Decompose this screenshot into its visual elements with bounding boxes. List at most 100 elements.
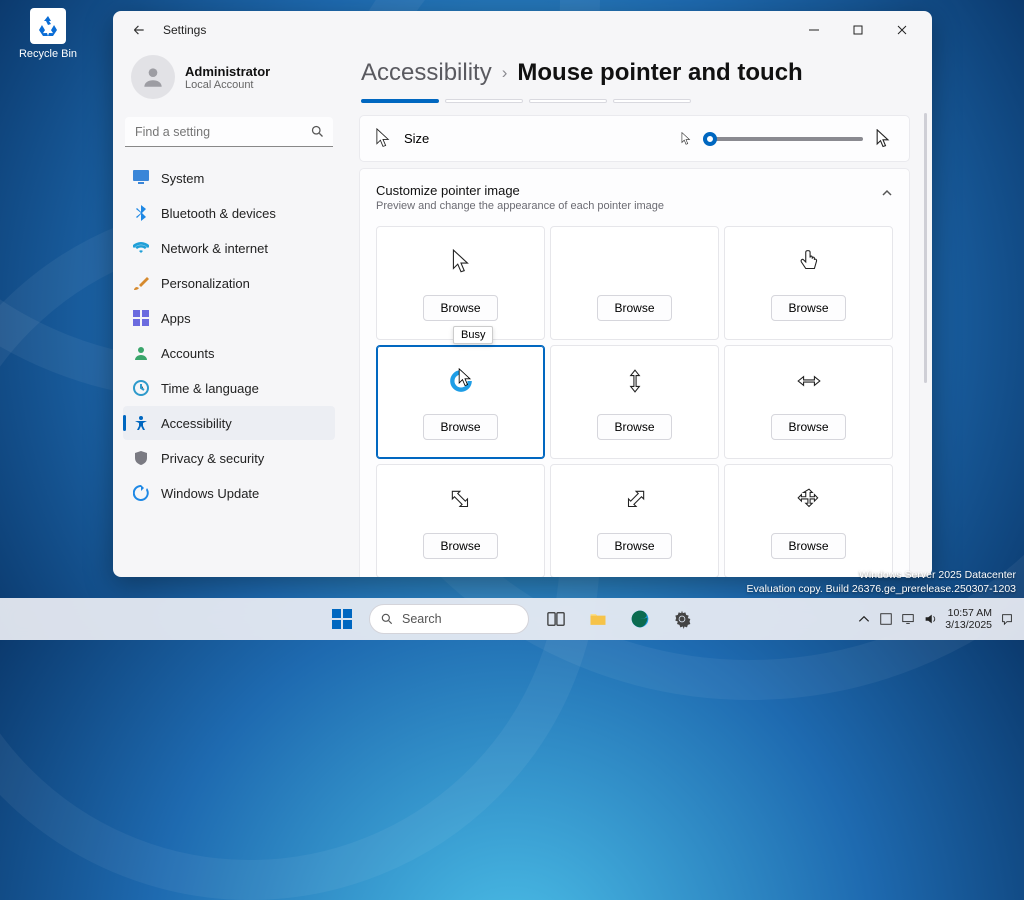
pointer-cell-help[interactable]: Browse xyxy=(550,226,719,340)
tray-icon[interactable] xyxy=(879,612,893,626)
folder-icon xyxy=(588,609,608,629)
windows-icon xyxy=(332,609,352,629)
pointer-grid: Browse Browse Browse Busy Browse xyxy=(376,226,893,577)
network-tray-icon[interactable] xyxy=(901,612,915,626)
settings-taskbar-button[interactable] xyxy=(663,600,701,638)
taskview-icon xyxy=(547,610,565,628)
explorer-button[interactable] xyxy=(579,600,617,638)
browse-button[interactable]: Browse xyxy=(423,414,497,440)
browse-button[interactable]: Browse xyxy=(423,533,497,559)
size-slider[interactable] xyxy=(703,137,863,141)
pointer-cell-link[interactable]: Browse xyxy=(724,226,893,340)
pointer-style-option[interactable] xyxy=(361,99,439,103)
nav: System Bluetooth & devices Network & int… xyxy=(123,161,335,510)
titlebar: Settings xyxy=(113,11,932,49)
tooltip: Busy xyxy=(453,326,493,344)
chevron-up-icon[interactable] xyxy=(857,612,871,626)
nav-accessibility[interactable]: Accessibility xyxy=(123,406,335,440)
maximize-button[interactable] xyxy=(836,15,880,45)
resize-vertical-icon xyxy=(622,368,648,394)
shield-icon xyxy=(133,450,149,466)
pointer-cell-resize-ew[interactable]: Browse xyxy=(724,345,893,459)
nav-system[interactable]: System xyxy=(123,161,335,195)
recycle-bin-label: Recycle Bin xyxy=(19,48,77,60)
watermark: Windows Server 2025 Datacenter Evaluatio… xyxy=(746,568,1016,596)
cursor-icon xyxy=(376,128,390,149)
resize-nesw-icon xyxy=(622,487,648,513)
nav-time[interactable]: Time & language xyxy=(123,371,335,405)
resize-horizontal-icon xyxy=(796,368,822,394)
pointer-style-option[interactable] xyxy=(445,99,523,103)
main-content: Accessibility › Mouse pointer and touch … xyxy=(345,49,932,577)
recycle-bin[interactable]: Recycle Bin xyxy=(18,8,78,60)
bluetooth-icon xyxy=(133,205,149,221)
breadcrumb-parent[interactable]: Accessibility xyxy=(361,59,492,87)
nav-personalization[interactable]: Personalization xyxy=(123,266,335,300)
move-icon xyxy=(796,487,822,513)
window-title: Settings xyxy=(163,23,206,37)
back-button[interactable] xyxy=(125,16,153,44)
pointer-cell-busy[interactable]: Busy Browse xyxy=(376,345,545,459)
page-title: Mouse pointer and touch xyxy=(517,59,802,87)
customize-card[interactable]: Customize pointer image Preview and chan… xyxy=(359,168,910,577)
nav-network[interactable]: Network & internet xyxy=(123,231,335,265)
accessibility-icon xyxy=(133,415,149,431)
pointer-cell-normal[interactable]: Browse xyxy=(376,226,545,340)
nav-apps[interactable]: Apps xyxy=(123,301,335,335)
resize-nwse-icon xyxy=(448,487,474,513)
settings-window: Settings Administrator Local Account Sys… xyxy=(113,11,932,577)
taskbar-search[interactable]: Search xyxy=(369,604,529,634)
close-button[interactable] xyxy=(880,15,924,45)
profile-sub: Local Account xyxy=(185,79,270,91)
task-view-button[interactable] xyxy=(537,600,575,638)
clock[interactable]: 10:57 AM 3/13/2025 xyxy=(945,607,992,631)
volume-icon[interactable] xyxy=(923,612,937,626)
system-tray[interactable]: 10:57 AM 3/13/2025 xyxy=(857,607,1024,631)
browse-button[interactable]: Browse xyxy=(771,414,845,440)
sidebar: Administrator Local Account System Bluet… xyxy=(113,49,345,577)
browse-button[interactable]: Browse xyxy=(771,295,845,321)
clock-icon xyxy=(133,380,149,396)
edge-button[interactable] xyxy=(621,600,659,638)
browse-button[interactable]: Browse xyxy=(423,295,497,321)
gear-icon xyxy=(672,609,692,629)
cursor-large-icon xyxy=(873,129,893,149)
profile-name: Administrator xyxy=(185,64,270,79)
browse-button[interactable]: Browse xyxy=(771,533,845,559)
notifications-icon[interactable] xyxy=(1000,612,1014,626)
taskbar: Search 10:57 AM 3/13/2025 xyxy=(0,598,1024,640)
nav-accounts[interactable]: Accounts xyxy=(123,336,335,370)
person-icon xyxy=(140,64,166,90)
pointer-style-option[interactable] xyxy=(529,99,607,103)
pointer-cell-resize-nwse[interactable]: Browse xyxy=(376,464,545,577)
hand-icon xyxy=(796,249,822,275)
browse-button[interactable]: Browse xyxy=(597,295,671,321)
size-card: Size xyxy=(359,115,910,162)
apps-icon xyxy=(133,310,149,326)
start-button[interactable] xyxy=(323,600,361,638)
pointer-cell-move[interactable]: Browse xyxy=(724,464,893,577)
maximize-icon xyxy=(853,25,863,35)
pointer-cell-resize-nesw[interactable]: Browse xyxy=(550,464,719,577)
nav-update[interactable]: Windows Update xyxy=(123,476,335,510)
profile[interactable]: Administrator Local Account xyxy=(123,49,335,113)
busy-icon xyxy=(448,368,474,394)
recycle-icon xyxy=(36,14,60,38)
pointer-style-option[interactable] xyxy=(613,99,691,103)
search-icon xyxy=(310,124,325,139)
nav-privacy[interactable]: Privacy & security xyxy=(123,441,335,475)
cursor-arrow-icon xyxy=(448,249,474,275)
pointer-style-row xyxy=(361,99,910,103)
browse-button[interactable]: Browse xyxy=(597,414,671,440)
pointer-cell-resize-ns[interactable]: Browse xyxy=(550,345,719,459)
browse-button[interactable]: Browse xyxy=(597,533,671,559)
brush-icon xyxy=(133,275,149,291)
slider-thumb[interactable] xyxy=(703,132,717,146)
search-box[interactable] xyxy=(125,117,333,147)
nav-bluetooth[interactable]: Bluetooth & devices xyxy=(123,196,335,230)
customize-sub: Preview and change the appearance of eac… xyxy=(376,200,893,212)
minimize-button[interactable] xyxy=(792,15,836,45)
scrollbar[interactable] xyxy=(924,113,927,383)
search-input[interactable] xyxy=(125,117,333,147)
cursor-small-icon xyxy=(679,132,693,146)
